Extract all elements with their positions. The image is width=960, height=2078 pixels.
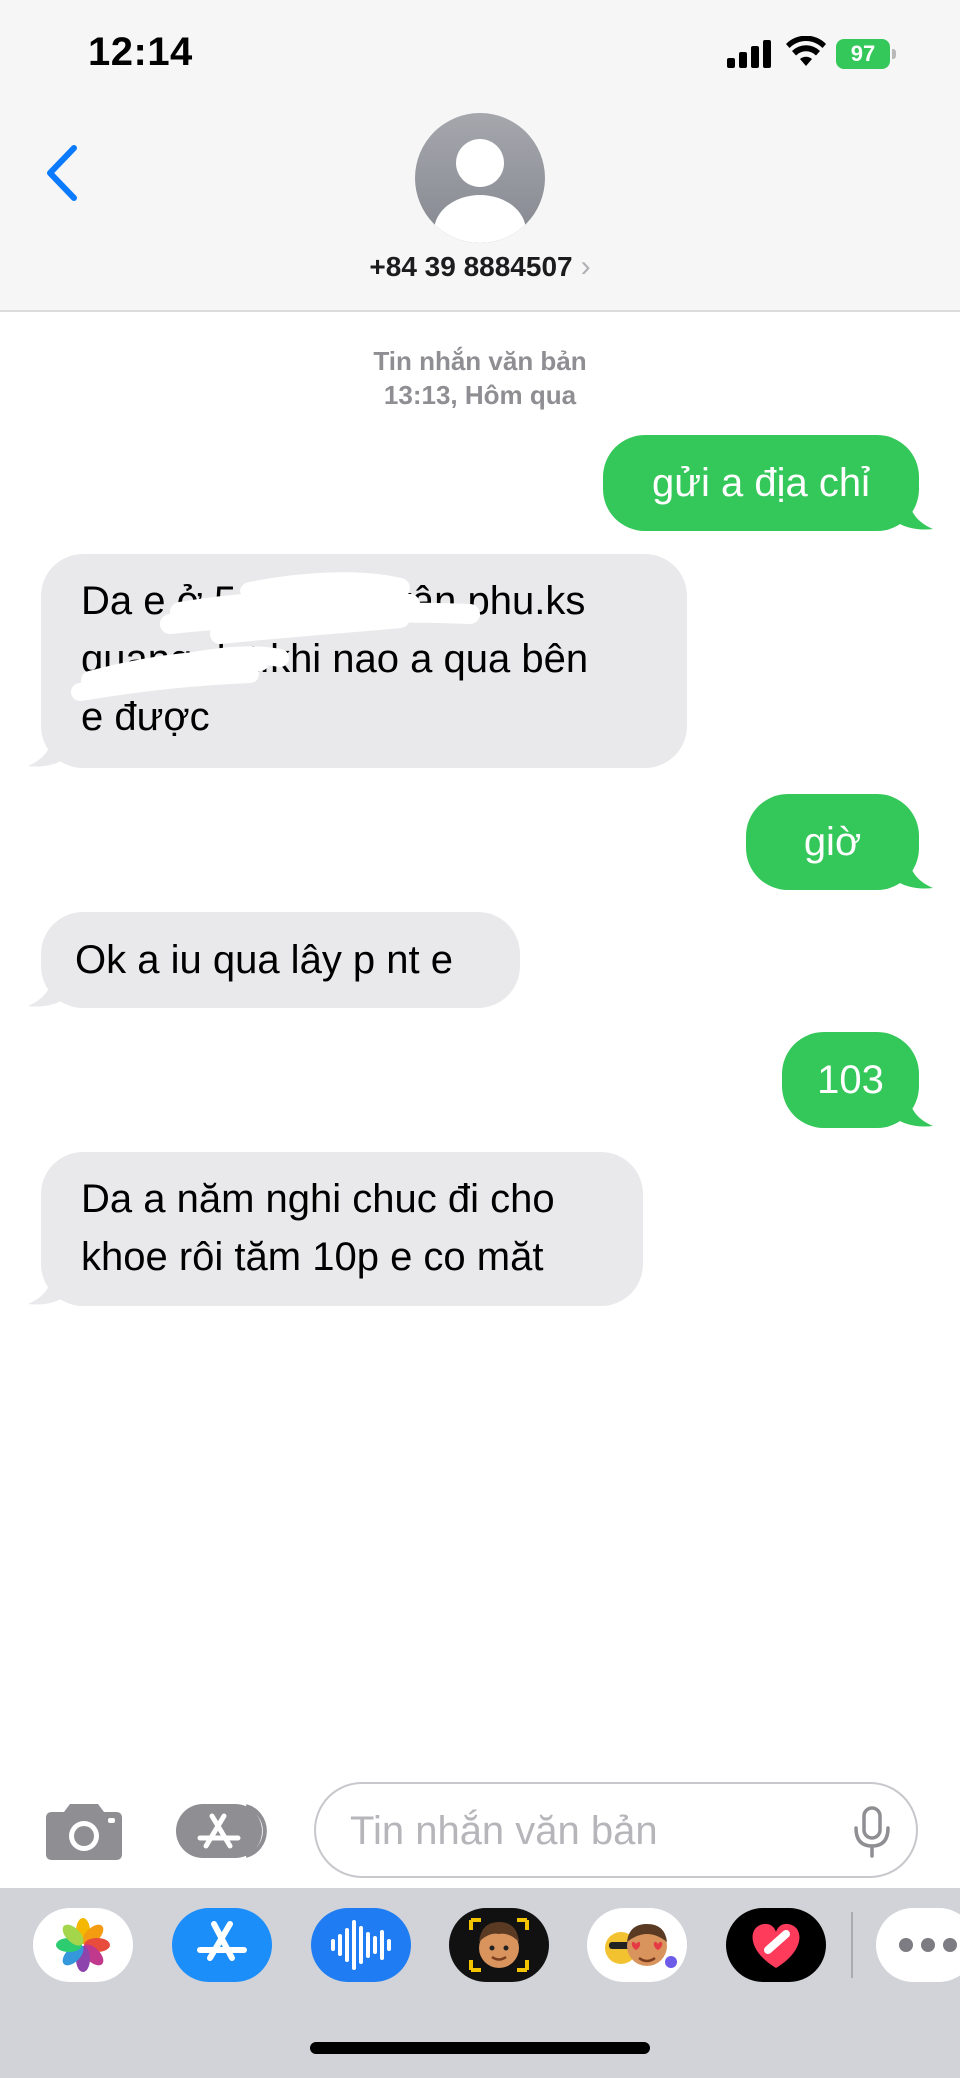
- battery-indicator: 97: [836, 39, 896, 69]
- memoji-app-icon[interactable]: [449, 1908, 549, 1982]
- bubble-tail: [28, 974, 66, 1007]
- digital-touch-app-icon[interactable]: [726, 1908, 826, 1982]
- photos-app-icon[interactable]: [33, 1908, 133, 1982]
- battery-level: 97: [850, 41, 876, 66]
- message-input[interactable]: [348, 1802, 832, 1860]
- bubble-tail: [895, 856, 933, 889]
- message-text: giờ đi: [803, 820, 862, 960]
- message-text: 103: [817, 1058, 884, 1102]
- incoming-message-bubble[interactable]: Ok a iu qua lây p nt e: [41, 912, 520, 1008]
- chevron-right-icon: ›: [580, 250, 591, 283]
- message-input-field[interactable]: [314, 1782, 918, 1878]
- incoming-message-bubble[interactable]: Da e ở 51 ng quy tân phu.ks quang dat.kh…: [41, 554, 687, 768]
- contact-name[interactable]: +84 39 8884507 ›: [0, 250, 960, 284]
- incoming-message-bubble[interactable]: Da a năm nghi chuc đi cho khoe rôi tăm 1…: [41, 1152, 643, 1306]
- bubble-tail: [28, 734, 66, 767]
- bubble-tail: [28, 1272, 66, 1305]
- audio-message-app-icon[interactable]: [311, 1908, 411, 1982]
- outgoing-message-bubble[interactable]: giờ đi: [746, 794, 919, 960]
- message-meta: Tin nhắn văn bản 13:13, Hôm qua: [0, 344, 960, 412]
- message-line: khoe rôi tăm 10p e co măt: [81, 1235, 544, 1279]
- drawer-divider: [851, 1912, 853, 1978]
- message-line: Da e ở 51 ng quy tân phu.ks: [81, 579, 586, 623]
- status-bar: 12:14 97: [0, 0, 960, 110]
- camera-icon[interactable]: [44, 1798, 124, 1862]
- message-timestamp: 13:13, Hôm qua: [383, 380, 577, 410]
- message-line: quang dat.khi nao a qua bên: [81, 637, 589, 681]
- app-store-icon[interactable]: [176, 1802, 272, 1860]
- message-line: e được: [81, 695, 210, 739]
- chevron-left-icon[interactable]: [40, 142, 84, 204]
- service-label: Tin nhắn văn bản: [373, 346, 587, 376]
- message-text: Ok a iu qua lây p nt e: [75, 938, 454, 982]
- person-avatar-icon[interactable]: [415, 113, 545, 243]
- cellular-signal-icon: [727, 40, 771, 68]
- bubble-tail: [895, 497, 933, 530]
- wifi-icon: [786, 36, 826, 66]
- app-store-app-icon[interactable]: [172, 1908, 272, 1982]
- contact-number: +84 39 8884507: [369, 251, 573, 282]
- more-apps-icon[interactable]: [876, 1908, 960, 1982]
- message-text: gửi a địa chỉ: [651, 461, 870, 505]
- microphone-icon[interactable]: [852, 1806, 892, 1858]
- status-time: 12:14: [88, 30, 193, 74]
- bubble-tail: [895, 1094, 933, 1127]
- home-indicator[interactable]: [310, 2042, 650, 2054]
- message-line: Da a năm nghi chuc đi cho: [81, 1177, 555, 1221]
- outgoing-message-bubble[interactable]: gửi a địa chỉ: [603, 435, 919, 531]
- memoji-stickers-app-icon[interactable]: [587, 1908, 687, 1982]
